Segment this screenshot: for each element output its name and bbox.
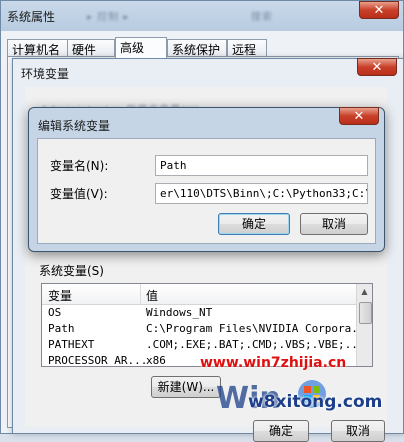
blurred-search: 搜索: [251, 12, 273, 23]
tab-computer-name[interactable]: 计算机名: [7, 39, 68, 57]
window-title: 系统属性: [7, 10, 56, 24]
tab-system-protection[interactable]: 系统保护: [167, 39, 227, 57]
variable-name-label: 变量名(N):: [50, 159, 109, 173]
scroll-up-icon[interactable]: ▲: [357, 284, 372, 300]
system-vars-label: 系统变量(S): [39, 264, 104, 278]
watermark-site1: www.win7zhijia.cn: [200, 355, 347, 371]
scroll-thumb[interactable]: [359, 302, 372, 324]
list-item[interactable]: Path C:\Program Files\NVIDIA Corpora...: [42, 321, 372, 337]
tab-hardware[interactable]: 硬件: [67, 39, 115, 57]
list-header: 变量 值: [42, 284, 372, 305]
dialog-close-button[interactable]: ✕: [339, 107, 379, 125]
variable-name-input[interactable]: Path: [155, 155, 368, 176]
dialog-client-area: 变量名(N): Path 变量值(V): er\110\DTS\Binn\;C:…: [37, 138, 376, 244]
column-header-value[interactable]: 值: [146, 287, 158, 304]
close-button[interactable]: ✕: [359, 1, 399, 19]
column-header-variable[interactable]: 变量: [48, 287, 72, 304]
tab-advanced[interactable]: 高级: [115, 37, 167, 58]
env-cancel-button[interactable]: 取消: [331, 420, 385, 442]
tab-remote[interactable]: 远程: [227, 39, 267, 57]
blurred-breadcrumb: ▸ 控制 ▸: [87, 12, 130, 23]
env-window-title: 环境变量: [21, 67, 70, 81]
list-item[interactable]: OS Windows_NT: [42, 305, 372, 321]
dialog-title: 编辑系统变量: [38, 119, 111, 133]
variable-value-input[interactable]: er\110\DTS\Binn\;C:\Python33;C:\Pyth: [155, 183, 368, 204]
list-item[interactable]: PATHEXT .COM;.EXE;.BAT;.CMD;.VBS;.VBE;..…: [42, 337, 372, 353]
variable-value-label: 变量值(V):: [50, 187, 108, 201]
list-scrollbar[interactable]: ▲: [356, 284, 372, 366]
watermark-site2: w8xitong.com: [248, 392, 383, 412]
dialog-ok-button[interactable]: 确定: [218, 213, 290, 235]
dialog-cancel-button[interactable]: 取消: [300, 213, 368, 235]
env-ok-button[interactable]: 确定: [253, 420, 309, 442]
edit-system-variable-dialog: 编辑系统变量 ✕ 变量名(N): Path 变量值(V): er\110\DTS…: [28, 107, 385, 252]
env-close-button[interactable]: ✕: [357, 58, 397, 76]
